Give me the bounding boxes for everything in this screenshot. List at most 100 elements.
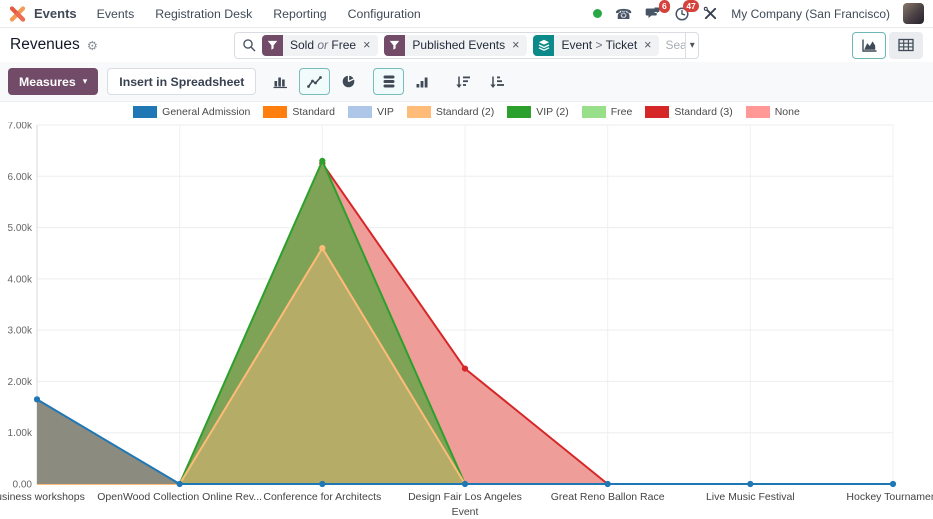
legend-color-box [348, 106, 372, 118]
facet-sold-or-free[interactable]: Sold or Free × [262, 35, 378, 56]
sort-ascending-button[interactable] [481, 68, 512, 95]
bar-chart-icon [273, 75, 289, 89]
legend-color-box [746, 106, 770, 118]
legend-item[interactable]: Standard [263, 106, 335, 118]
x-axis-tick: Business workshops [0, 491, 85, 503]
sort-ascending-icon [489, 75, 505, 89]
breadcrumb: Revenues ⚙ [10, 36, 234, 54]
legend-color-box [263, 106, 287, 118]
stacked-icon [382, 74, 396, 89]
x-axis-tick: Great Reno Ballon Race [551, 491, 665, 503]
legend-color-box [407, 106, 431, 118]
menu-registration-desk[interactable]: Registration Desk [155, 7, 252, 21]
user-menu[interactable]: My Company (San Francisco) [731, 7, 890, 21]
facet-remove-icon[interactable]: × [359, 38, 378, 52]
legend-item[interactable]: None [746, 106, 800, 118]
line-chart-icon [307, 75, 323, 89]
menu-configuration[interactable]: Configuration [348, 7, 421, 21]
legend-item[interactable]: VIP (2) [507, 106, 568, 118]
facet-groupby-event-ticket[interactable]: Event > Ticket × [533, 35, 659, 56]
search-icon [242, 38, 256, 52]
bar-chart-button[interactable] [265, 68, 296, 95]
messages-menu[interactable]: 6 [645, 6, 661, 21]
action-gear-icon[interactable]: ⚙ [87, 38, 98, 53]
pivot-view-button[interactable] [889, 32, 923, 59]
activities-menu[interactable]: 47 [674, 6, 690, 22]
sort-descending-icon [455, 75, 471, 89]
facet-label: Sold or Free [283, 38, 359, 52]
x-axis-title: Event [452, 506, 479, 518]
legend-item[interactable]: Standard (2) [407, 106, 494, 118]
legend-label: Standard (3) [674, 106, 732, 118]
data-point[interactable] [34, 396, 40, 402]
avatar[interactable] [903, 3, 924, 24]
filter-icon [384, 35, 405, 56]
data-point[interactable] [319, 158, 325, 164]
search-bar[interactable]: Sold or Free × Published Events × [234, 32, 699, 59]
view-switcher [852, 32, 923, 59]
legend-color-box [645, 106, 669, 118]
legend-item[interactable]: General Admission [133, 106, 250, 118]
data-point[interactable] [462, 481, 468, 487]
area-chart-icon [861, 38, 878, 53]
top-navbar: Events Events Registration Desk Reportin… [0, 0, 933, 28]
data-point[interactable] [177, 481, 183, 487]
legend-item[interactable]: VIP [348, 106, 394, 118]
x-axis-tick: Hockey Tournament [846, 491, 933, 503]
developer-tools-icon[interactable] [703, 6, 718, 21]
y-axis-tick: 6.00k [8, 172, 33, 183]
control-panel: Revenues ⚙ Sold or Free × [0, 28, 933, 62]
y-axis-tick: 4.00k [8, 274, 33, 285]
chart-legend: General Admission Standard VIP Standard (2)… [0, 102, 933, 122]
legend-label: Standard (2) [436, 106, 494, 118]
cumulative-toggle-button[interactable] [407, 68, 438, 95]
filter-icon [262, 35, 283, 56]
legend-label: Standard [292, 106, 335, 118]
legend-item[interactable]: Standard (3) [645, 106, 732, 118]
legend-color-box [507, 106, 531, 118]
line-chart-button[interactable] [299, 68, 330, 95]
phone-icon[interactable]: ☎ [615, 7, 632, 21]
facet-label: Event > Ticket [554, 38, 640, 52]
insert-in-spreadsheet-button[interactable]: Insert in Spreadsheet [107, 68, 256, 95]
revenue-chart[interactable]: 7.00k6.00k5.00k4.00k3.00k2.00k1.00k0.00B… [0, 122, 933, 519]
pie-chart-button[interactable] [333, 68, 364, 95]
page-title: Revenues [10, 36, 80, 54]
legend-color-box [582, 106, 606, 118]
graph-view-button[interactable] [852, 32, 886, 59]
data-point[interactable] [605, 481, 611, 487]
data-point[interactable] [319, 481, 325, 487]
legend-item[interactable]: Free [582, 106, 633, 118]
y-axis-tick: 0.00 [13, 480, 33, 491]
facet-remove-icon[interactable]: × [508, 38, 527, 52]
chevron-down-icon: ▾ [83, 76, 88, 87]
app-menu-toggle[interactable]: Events [9, 6, 77, 22]
data-point[interactable] [747, 481, 753, 487]
x-axis-tick: Design Fair Los Angeles [408, 491, 522, 503]
x-axis-tick: Conference for Architects [263, 491, 381, 503]
stacked-toggle-button[interactable] [373, 68, 404, 95]
facet-remove-icon[interactable]: × [640, 38, 659, 52]
y-axis-tick: 5.00k [8, 223, 33, 234]
facet-label: Published Events [405, 38, 508, 52]
measures-button[interactable]: Measures ▾ [8, 68, 98, 95]
data-point[interactable] [890, 481, 896, 487]
y-axis-tick: 3.00k [8, 326, 33, 337]
legend-label: VIP (2) [536, 106, 568, 118]
menu-events[interactable]: Events [97, 7, 135, 21]
legend-label: None [775, 106, 800, 118]
data-point[interactable] [462, 366, 468, 372]
sort-descending-button[interactable] [447, 68, 478, 95]
menu-reporting[interactable]: Reporting [273, 7, 326, 21]
legend-label: General Admission [162, 106, 250, 118]
data-point[interactable] [319, 245, 325, 251]
search-dropdown-toggle[interactable]: ▾ [685, 33, 698, 58]
events-app-icon [9, 6, 26, 22]
activities-badge: 47 [683, 0, 699, 12]
y-axis-tick: 7.00k [8, 122, 33, 132]
search-input[interactable] [665, 38, 685, 52]
online-status-icon [593, 9, 602, 18]
facet-published-events[interactable]: Published Events × [384, 35, 527, 56]
graph-toolbar: Measures ▾ Insert in Spreadsheet [0, 62, 933, 102]
layers-icon [533, 35, 554, 56]
